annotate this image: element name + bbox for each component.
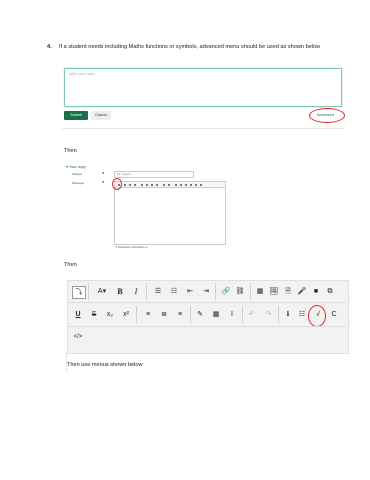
html-source-icon[interactable]: </>: [72, 332, 84, 343]
step-text: If a student needs including Maths funct…: [59, 44, 321, 50]
toolbar-row-1: ⤵ A▾ B I ☰ ☷ ⇤ ⇥ 🔗 ⛓ ▦ 🖼 🗎 🎤 ■ ⧉: [70, 283, 342, 300]
screenreader-helper-icon[interactable]: ☷: [296, 309, 308, 320]
font-style-dropdown-icon[interactable]: A▾: [94, 286, 110, 297]
message-editor[interactable]: [114, 186, 226, 245]
message-label: Message: [72, 181, 85, 185]
required-icon: ●: [102, 179, 105, 184]
record-video-icon[interactable]: ■: [310, 286, 322, 297]
toolbar-row-3: </>: [70, 329, 342, 346]
unordered-list-icon[interactable]: ☰: [152, 286, 164, 297]
expanded-toolbar-screenshot: ⤵ A▾ B I ☰ ☷ ⇤ ⇥ 🔗 ⛓ ▦ 🖼 🗎 🎤 ■ ⧉ U S x₂ …: [67, 280, 349, 354]
then-label: Then: [64, 148, 77, 154]
link-icon[interactable]: 🔗: [220, 286, 232, 297]
indent-icon[interactable]: ⇥: [200, 286, 212, 297]
image-icon[interactable]: 🖼: [268, 286, 280, 297]
equation-editor-icon[interactable]: ✎: [194, 309, 206, 320]
dotted-separator: · · ·: [330, 56, 340, 60]
align-left-icon[interactable]: ≡: [142, 309, 154, 320]
then-label: Then: [64, 262, 77, 268]
divider: [62, 128, 344, 129]
accessibility-checker-icon[interactable]: ℹ: [282, 309, 294, 320]
chemistry-icon[interactable]: C: [328, 309, 340, 320]
step-number: 4.: [47, 44, 52, 50]
toolbar-row-2: U S x₂ x² ≡ ≣ ≡ ✎ ▦ I ↶ ↷ ℹ ☷ √ C: [70, 306, 342, 323]
redo-icon[interactable]: ↷: [262, 309, 274, 320]
ordered-list-icon[interactable]: ☷: [168, 286, 180, 297]
align-center-icon[interactable]: ≣: [158, 309, 170, 320]
subscript-icon[interactable]: x₂: [104, 309, 116, 320]
underline-icon[interactable]: U: [72, 309, 84, 320]
clear-formatting-icon[interactable]: I: [226, 309, 238, 320]
then-label: Then use menus shown below: [67, 362, 143, 368]
superscript-icon[interactable]: x²: [120, 309, 132, 320]
table-icon[interactable]: ▦: [210, 309, 222, 320]
undo-icon[interactable]: ↶: [246, 309, 258, 320]
italic-icon[interactable]: I: [130, 286, 142, 297]
reply-placeholder: Write your reply...: [69, 72, 97, 76]
strikethrough-icon[interactable]: S: [88, 309, 100, 320]
annotation-circle: [308, 305, 326, 327]
cancel-button[interactable]: Cancel: [91, 111, 111, 120]
subject-label: Subject: [72, 172, 83, 176]
media-icon[interactable]: 🗎: [282, 286, 294, 297]
bold-icon[interactable]: B: [114, 286, 126, 297]
emoji-icon[interactable]: ▦: [254, 286, 266, 297]
unlink-icon[interactable]: ⛓: [234, 286, 246, 297]
submit-button[interactable]: Submit: [64, 111, 88, 120]
align-right-icon[interactable]: ≡: [174, 309, 186, 320]
subject-field[interactable]: Re: Subject: [114, 171, 194, 178]
reply-textarea[interactable]: Write your reply...: [64, 68, 342, 107]
step-instruction: 4. If a student needs including Maths fun…: [47, 43, 347, 51]
subscription-option[interactable]: ☐ Discussion subscription ●: [115, 246, 147, 249]
reply-form-screenshot: ▾ Your reply Subject ● Re: Subject Messa…: [66, 162, 236, 250]
annotation-circle: [112, 178, 122, 190]
annotation-circle: [309, 108, 345, 123]
your-reply-heading[interactable]: ▾ Your reply: [66, 164, 86, 169]
record-audio-icon[interactable]: 🎤: [296, 286, 308, 297]
toolbar-toggle-icon[interactable]: ⤵: [72, 286, 86, 299]
outdent-icon[interactable]: ⇤: [184, 286, 196, 297]
manage-files-icon[interactable]: ⧉: [324, 286, 336, 297]
required-icon: ●: [102, 170, 105, 175]
reply-screenshot: Write your reply... Submit Cancel Advanc…: [62, 64, 345, 130]
